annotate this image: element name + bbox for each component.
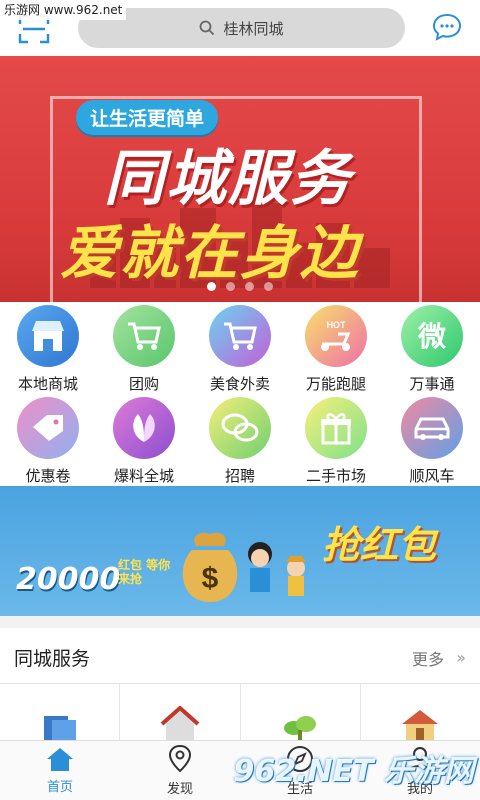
carousel-indicator xyxy=(0,282,480,291)
category-recruitment[interactable]: 招聘 xyxy=(192,394,288,486)
scooter-hot-icon: HOT xyxy=(305,305,367,367)
promo-title: 抢红包 xyxy=(322,523,437,567)
tab-home[interactable]: 首页 xyxy=(0,741,120,800)
category-group-buy[interactable]: 团购 xyxy=(96,302,192,394)
cottage-icon xyxy=(402,710,439,740)
kids-graphic xyxy=(248,542,306,596)
shopping-cart-icon xyxy=(113,305,175,367)
service-item[interactable] xyxy=(241,684,361,740)
carousel-dot[interactable] xyxy=(245,282,254,291)
services-row xyxy=(0,684,480,740)
category-carpool[interactable]: 顺风车 xyxy=(384,394,480,486)
category-label: 爆料全城 xyxy=(113,467,174,485)
car-icon xyxy=(401,397,463,459)
house-icon xyxy=(160,706,200,740)
category-city-news[interactable]: 爆料全城 xyxy=(96,394,192,486)
svg-text:微: 微 xyxy=(417,320,446,353)
tab-discover[interactable]: 发现 xyxy=(120,741,240,800)
category-errand[interactable]: HOT 万能跑腿 xyxy=(288,302,384,394)
hero-banner[interactable]: 让生活更简单 同城服务 爱就在身边 xyxy=(0,56,480,302)
category-label: 本地商城 xyxy=(17,375,78,393)
plant-icon xyxy=(284,716,317,740)
category-label: 万事通 xyxy=(409,375,455,393)
category-coupon[interactable]: 优惠卷 xyxy=(0,394,96,486)
service-item[interactable] xyxy=(120,684,241,740)
more-link[interactable]: 更多 xyxy=(412,646,444,670)
site-watermark: 乐游网 www.962.net xyxy=(0,0,127,20)
documents-icon xyxy=(43,716,76,740)
tab-label: 发现 xyxy=(166,782,193,797)
promo-amount: 20000 xyxy=(16,562,121,597)
search-bar[interactable]: 桂林同城 xyxy=(78,8,405,48)
svg-text:HOT: HOT xyxy=(327,320,347,330)
category-grid: 本地商城 团购 美食外卖 HOT 万能跑腿 微 万事通 优惠卷 爆料全城 招聘 … xyxy=(0,302,480,486)
carousel-dot[interactable] xyxy=(207,282,216,291)
carousel-dot[interactable] xyxy=(264,282,273,291)
category-label: 顺风车 xyxy=(409,467,455,485)
city-services-header: 同城服务 更多 » xyxy=(0,628,480,684)
carousel-dot[interactable] xyxy=(226,282,235,291)
search-icon xyxy=(200,20,215,36)
category-food-delivery[interactable]: 美食外卖 xyxy=(192,302,288,394)
category-label: 优惠卷 xyxy=(25,467,71,485)
location-icon xyxy=(168,744,192,773)
double-chevron-right-icon[interactable]: » xyxy=(456,648,466,667)
red-packet-banner[interactable]: $ 20000 红包 等你来抢 抢红包 xyxy=(0,486,480,616)
banner-headline: 同城服务 xyxy=(104,144,352,214)
section-title: 同城服务 xyxy=(14,648,91,670)
leaves-icon xyxy=(113,397,175,459)
banner-subheadline: 爱就在身边 xyxy=(60,219,361,287)
gift-box-icon xyxy=(305,397,367,459)
message-icon[interactable] xyxy=(432,12,462,42)
tab-label: 首页 xyxy=(46,780,73,795)
category-label: 招聘 xyxy=(224,467,255,485)
svg-text:$: $ xyxy=(202,562,219,595)
category-wanshitong[interactable]: 微 万事通 xyxy=(384,302,480,394)
wei-icon: 微 xyxy=(401,305,463,367)
category-secondhand[interactable]: 二手市场 xyxy=(288,394,384,486)
coupon-tag-icon xyxy=(17,397,79,459)
category-label: 二手市场 xyxy=(305,467,366,485)
promo-subtitle: 红包 等你来抢 xyxy=(118,558,171,586)
site-watermark-logo: 962.NET 乐游网 xyxy=(233,754,474,789)
category-label: 美食外卖 xyxy=(209,375,270,393)
service-item[interactable] xyxy=(0,684,121,740)
store-icon xyxy=(17,305,79,367)
food-cart-icon xyxy=(209,305,271,367)
category-label: 团购 xyxy=(128,375,159,393)
chat-bubbles-icon xyxy=(209,397,271,459)
category-local-mall[interactable]: 本地商城 xyxy=(0,302,96,394)
search-placeholder: 桂林同城 xyxy=(223,19,284,38)
category-label: 万能跑腿 xyxy=(305,375,366,393)
home-icon xyxy=(47,748,73,771)
service-item[interactable] xyxy=(361,684,480,740)
